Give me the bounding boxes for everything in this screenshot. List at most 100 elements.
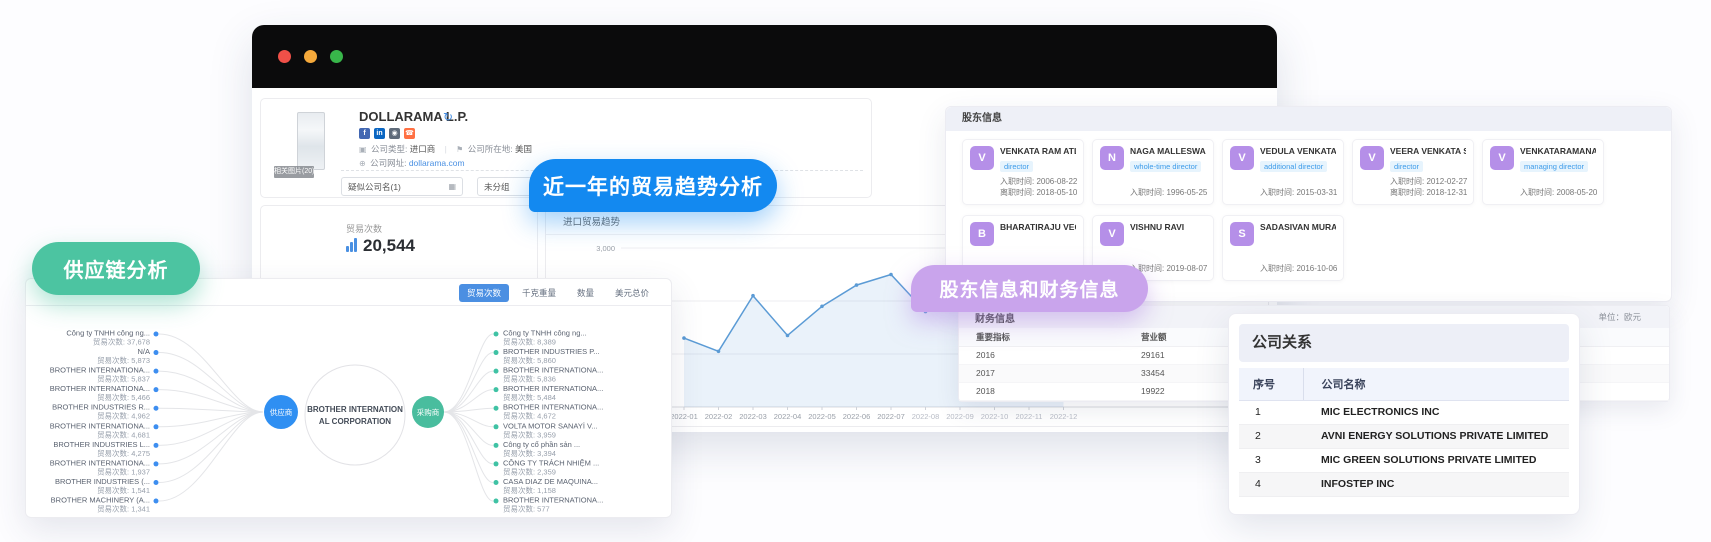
x-axis-tick-label: 2022-12 (1050, 412, 1078, 421)
financial-year: 2017 (959, 364, 1124, 382)
supplier-name[interactable]: BROTHER MACHINERY (A... (51, 496, 150, 505)
supplier-node-dot (154, 424, 159, 429)
x-axis-tick-label: 2022-04 (774, 412, 802, 421)
suspected-company-select[interactable]: 疑似公司名(1) ▦ (341, 177, 463, 196)
company-type-value: 进口商 (410, 144, 436, 154)
tab-quantity[interactable]: 数量 (569, 284, 602, 302)
data-point (820, 305, 824, 309)
supplier-name[interactable]: BROTHER INDUSTRIES L... (53, 440, 150, 449)
browser-title-bar (252, 25, 1277, 88)
x-axis-tick-label: 2022-02 (705, 412, 733, 421)
purchaser-name[interactable]: BROTHER INTERNATIONA... (503, 403, 603, 412)
director-role-badge: director (1390, 161, 1423, 172)
tab-trade-count[interactable]: 贸易次数 (459, 284, 509, 302)
supplier-name[interactable]: BROTHER INTERNATIONA... (50, 366, 150, 375)
relation-row[interactable]: 4INFOSTEP INC (1239, 472, 1569, 496)
trade-count-text: 贸易次数: 4,962 (97, 411, 150, 421)
director-avatar: V (970, 146, 994, 170)
director-avatar: S (1230, 222, 1254, 246)
director-avatar: V (1360, 146, 1384, 170)
purchaser-name[interactable]: Công ty cổ phần sản ... (503, 440, 580, 449)
data-point (717, 350, 721, 354)
facebook-icon[interactable]: f (359, 128, 370, 139)
purchaser-name[interactable]: CÔNG TY TRÁCH NHIỆM ... (503, 458, 599, 467)
company-web-value[interactable]: dollarama.com (409, 158, 465, 168)
relation-no: 3 (1239, 448, 1303, 472)
x-axis-tick-label: 2022-03 (739, 412, 767, 421)
trade-count-text: 贸易次数: 5,484 (503, 392, 556, 402)
director-card[interactable]: NNAGA MALLESWARA R...whole-time director… (1092, 139, 1214, 205)
purchaser-name[interactable]: BROTHER INTERNATIONA... (503, 366, 603, 375)
company-relations-panel: 公司关系 序号 公司名称 1MIC ELECTRONICS INC2AVNI E… (1228, 313, 1580, 515)
maximize-window-icon[interactable] (330, 50, 343, 63)
supplier-node-dot (154, 443, 159, 448)
director-dates: 入职时间: 2015-03-31 (1260, 187, 1336, 198)
company-type-icon: ▣ (359, 145, 367, 154)
director-dates: 入职时间: 2008-05-20 (1520, 187, 1596, 198)
hub-company-name-line2: AL CORPORATION (319, 417, 391, 426)
x-axis-tick-label: 2022-01 (670, 412, 698, 421)
social-icons: f in ◉ ☎ (359, 128, 415, 139)
supply-chain-diagram: Công ty TNHH công ng...贸易次数: 37,678N/A贸易… (26, 305, 673, 519)
trade-count-text: 贸易次数: 8,389 (503, 337, 556, 347)
minimize-window-icon[interactable] (304, 50, 317, 63)
director-avatar: V (1100, 222, 1124, 246)
shareholder-panel-title: 股东信息 (946, 107, 1671, 131)
related-images-label[interactable]: 相关图片(20) (274, 166, 314, 178)
data-point (889, 273, 893, 277)
director-dates: 入职时间: 2012-02-27离职时间: 2018-12-31 (1390, 176, 1466, 198)
purchaser-name[interactable]: CASA DIAZ DE MAQUINA... (503, 477, 598, 486)
x-axis-tick-label: 2022-10 (981, 412, 1009, 421)
purchaser-name[interactable]: BROTHER INTERNATIONA... (503, 496, 603, 505)
purchaser-name[interactable]: BROTHER INTERNATIONA... (503, 384, 603, 393)
purchaser-node-dot (494, 332, 499, 337)
product-image[interactable] (297, 112, 325, 170)
left-date: 离职时间: 2018-12-31 (1390, 187, 1466, 198)
director-name: VENKATARAMANA MAG... (1520, 146, 1596, 156)
linkedin-icon[interactable]: in (374, 128, 385, 139)
website-icon[interactable]: ◉ (389, 128, 400, 139)
director-avatar: V (1490, 146, 1514, 170)
relation-no: 2 (1239, 424, 1303, 448)
relation-row[interactable]: 3MIC GREEN SOLUTIONS PRIVATE LIMITED (1239, 448, 1569, 472)
purchaser-node-dot (494, 387, 499, 392)
relation-row[interactable]: 2AVNI ENERGY SOLUTIONS PRIVATE LIMITED (1239, 424, 1569, 448)
purchaser-name[interactable]: VOLTA MOTOR SANAYİ V... (503, 421, 598, 430)
hub-company-node[interactable] (305, 365, 405, 465)
trade-count-text: 贸易次数: 4,275 (97, 448, 150, 458)
calendar-icon: ▦ (448, 182, 456, 191)
supplier-name[interactable]: BROTHER INTERNATIONA... (50, 384, 150, 393)
relation-company-name: MIC GREEN SOLUTIONS PRIVATE LIMITED (1303, 448, 1569, 472)
director-name: SADASIVAN MURALIKR... (1260, 222, 1336, 232)
purchaser-name[interactable]: BROTHER INDUSTRIES P... (503, 347, 600, 356)
supplier-name[interactable]: BROTHER INDUSTRIES (... (55, 477, 150, 486)
y-axis-tick-label: 3,000 (596, 244, 615, 253)
purchaser-node-dot (494, 350, 499, 355)
tab-kg-weight[interactable]: 千克重量 (514, 284, 564, 302)
divider: | (445, 144, 447, 154)
trade-count-text: 贸易次数: 5,873 (97, 355, 150, 365)
purchaser-name[interactable]: Công ty TNHH công ng... (503, 329, 587, 338)
relation-company-name: AVNI ENERGY SOLUTIONS PRIVATE LIMITED (1303, 424, 1569, 448)
director-role-badge: additional director (1260, 161, 1327, 172)
director-card[interactable]: VVEDULA VENKATA RAM...additional directo… (1222, 139, 1344, 205)
director-card[interactable]: SSADASIVAN MURALIKR...入职时间: 2016-10-06 (1222, 215, 1344, 281)
relation-row[interactable]: 1MIC ELECTRONICS INC (1239, 400, 1569, 424)
supplier-name[interactable]: N/A (137, 347, 150, 356)
director-card[interactable]: VVENKATARAMANA MAG...managing director入职… (1482, 139, 1604, 205)
relation-company-name: INFOSTEP INC (1303, 472, 1569, 496)
director-card[interactable]: VVEERA VENKATA SATYA...director入职时间: 201… (1352, 139, 1474, 205)
supplier-name[interactable]: BROTHER INDUSTRIES R... (52, 403, 150, 412)
director-name: VENKATA RAM ATLURI (1000, 146, 1076, 156)
trade-count-text: 贸易次数: 3,959 (503, 429, 556, 439)
phone-icon[interactable]: ☎ (404, 128, 415, 139)
supplier-name[interactable]: BROTHER INTERNATIONA... (50, 458, 150, 467)
supplier-name[interactable]: Công ty TNHH công ng... (66, 329, 150, 338)
refresh-icon[interactable]: ↻ (443, 110, 453, 124)
trade-count-value: 20,544 (363, 238, 415, 253)
tab-usd-total[interactable]: 美元总价 (607, 284, 657, 302)
supplier-link (159, 412, 263, 464)
supplier-name[interactable]: BROTHER INTERNATIONA... (50, 421, 150, 430)
close-window-icon[interactable] (278, 50, 291, 63)
director-card[interactable]: VVENKATA RAM ATLURIdirector入职时间: 2006-08… (962, 139, 1084, 205)
